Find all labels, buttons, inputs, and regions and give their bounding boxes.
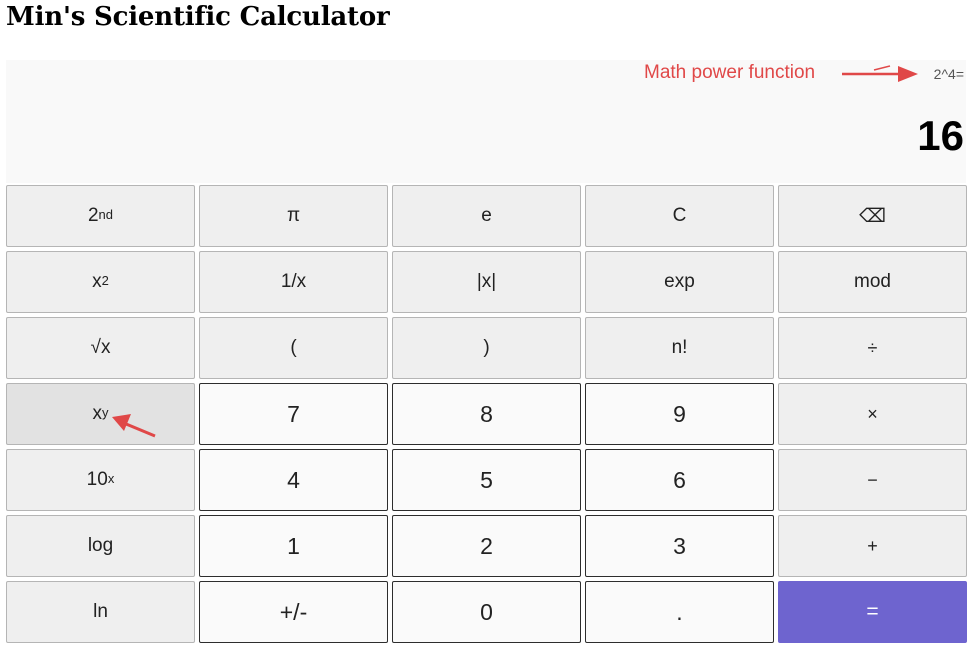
digit-3-button[interactable]: 3 (585, 515, 774, 577)
log-button[interactable]: log (6, 515, 195, 577)
negate-button[interactable]: +/- (199, 581, 388, 643)
calculator-display: 2^4= 16 (6, 60, 966, 183)
reciprocal-button[interactable]: 1/x (199, 251, 388, 313)
digit-1-button[interactable]: 1 (199, 515, 388, 577)
digit-9-button[interactable]: 9 (585, 383, 774, 445)
digit-6-button[interactable]: 6 (585, 449, 774, 511)
mod-button[interactable]: mod (778, 251, 967, 313)
annotation-label: Math power function (644, 62, 816, 83)
minus-button[interactable]: − (778, 449, 967, 511)
power-base: x (92, 403, 103, 424)
result-text: 16 (917, 112, 964, 159)
divide-button[interactable]: ÷ (778, 317, 967, 379)
close-paren-button[interactable]: ) (392, 317, 581, 379)
power-button[interactable]: xy (6, 383, 195, 445)
power-sup: y (102, 404, 109, 420)
second-base: 2 (87, 205, 99, 226)
second-sup: nd (98, 206, 114, 222)
square-base: x (92, 271, 102, 292)
factorial-button[interactable]: n! (585, 317, 774, 379)
open-paren-button[interactable]: ( (199, 317, 388, 379)
multiply-button[interactable]: × (778, 383, 967, 445)
ten-power-button[interactable]: 10 x (6, 449, 195, 511)
ln-button[interactable]: ln (6, 581, 195, 643)
digit-5-button[interactable]: 5 (392, 449, 581, 511)
e-button[interactable]: e (392, 185, 581, 247)
second-function-button[interactable]: 2nd (6, 185, 195, 247)
backspace-button[interactable]: ⌫ (778, 185, 967, 247)
digit-8-button[interactable]: 8 (392, 383, 581, 445)
keypad: 2nd π e C ⌫ x2 1/x |x| exp mod √x ( ) n!… (6, 185, 967, 645)
absolute-value-button[interactable]: |x| (392, 251, 581, 313)
digit-0-button[interactable]: 0 (392, 581, 581, 643)
sqrt-button[interactable]: √x (6, 317, 195, 379)
ten-power-sup: x (107, 470, 115, 486)
plus-button[interactable]: + (778, 515, 967, 577)
digit-4-button[interactable]: 4 (199, 449, 388, 511)
ten-power-base: 10 (86, 469, 108, 490)
clear-button[interactable]: C (585, 185, 774, 247)
page-title: Min's Scientific Calculator (6, 2, 390, 32)
decimal-button[interactable]: . (585, 581, 774, 643)
expression-text: 2^4= (933, 66, 964, 82)
pi-button[interactable]: π (199, 185, 388, 247)
square-button[interactable]: x2 (6, 251, 195, 313)
digit-7-button[interactable]: 7 (199, 383, 388, 445)
digit-2-button[interactable]: 2 (392, 515, 581, 577)
exp-button[interactable]: exp (585, 251, 774, 313)
square-sup: 2 (101, 272, 109, 288)
backspace-icon: ⌫ (859, 205, 886, 227)
equals-button[interactable]: = (778, 581, 967, 643)
